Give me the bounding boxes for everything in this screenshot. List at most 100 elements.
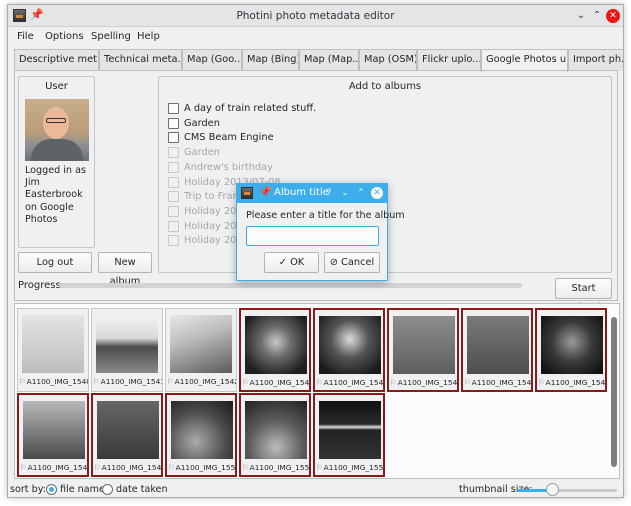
- thumbnail[interactable]: ⚐A1100_IMG_1541: [91, 308, 163, 392]
- thumbnail[interactable]: ⚐A1100_IMG_1551: [239, 393, 311, 477]
- sort-by-label: sort by:: [10, 484, 46, 495]
- thumbnail-filename: A1100_IMG_1543: [249, 378, 309, 387]
- album-label: Andrew's birthday: [184, 161, 273, 173]
- ok-button[interactable]: ✓ OK: [264, 252, 319, 273]
- thumbnail[interactable]: ⚐A1100_IMG_1544: [313, 308, 385, 392]
- thumbnail-filename: A1100_IMG_1548: [27, 463, 87, 472]
- thumbnail-image: [170, 315, 232, 373]
- flag-icon: ⚐: [390, 378, 397, 387]
- status-bar: sort by: file name date taken thumbnail …: [8, 481, 623, 497]
- album-title-input[interactable]: [246, 226, 379, 246]
- tab-google-photos-upload[interactable]: Google Photos u...: [481, 49, 568, 72]
- tab-map-mapbox[interactable]: Map (Map...: [299, 49, 359, 71]
- thumbnail-image: [22, 315, 84, 373]
- thumbnail[interactable]: ⚐A1100_IMG_1550: [165, 393, 237, 477]
- menu-spelling[interactable]: Spelling: [91, 31, 131, 42]
- pin-icon[interactable]: 📌: [259, 187, 271, 198]
- menu-file[interactable]: File: [17, 31, 34, 42]
- avatar: [25, 99, 89, 161]
- thumbnail-image: [467, 316, 529, 374]
- tab-descriptive-metadata[interactable]: Descriptive met...: [14, 49, 99, 71]
- sort-file-name-radio[interactable]: [46, 484, 57, 495]
- album-checkbox[interactable]: [168, 103, 179, 114]
- thumbnail[interactable]: ⚐A1100_IMG_1547: [535, 308, 607, 392]
- thumbnail-filename: A1100_IMG_1549: [101, 463, 161, 472]
- sort-file-name-label[interactable]: file name: [60, 484, 105, 495]
- start-upload-button[interactable]: Start upload: [555, 278, 612, 313]
- thumbnail[interactable]: ⚐A1100_IMG_1552: [313, 393, 385, 477]
- login-line: Jim: [25, 177, 40, 189]
- thumbnail-caption: ⚐A1100_IMG_1547: [538, 378, 605, 387]
- thumbnail-caption: ⚐A1100_IMG_1540: [19, 377, 88, 386]
- logout-button[interactable]: Log out: [18, 252, 92, 273]
- sort-date-taken-radio[interactable]: [102, 484, 113, 495]
- thumbnail-filename: A1100_IMG_1546: [471, 378, 531, 387]
- dialog-app-icon: [241, 187, 253, 199]
- tab-map-bing[interactable]: Map (Bing): [242, 49, 299, 71]
- thumbnail[interactable]: ⚐A1100_IMG_1540: [17, 308, 89, 392]
- album-label: CMS Beam Engine: [184, 132, 274, 144]
- thumbnail-image: [541, 316, 603, 374]
- maximize-icon[interactable]: ⌃: [590, 9, 604, 23]
- window-title: Photini photo metadata editor: [236, 10, 395, 22]
- thumbnail-scrollbar[interactable]: [611, 305, 617, 477]
- flag-icon: ⚐: [316, 378, 323, 387]
- album-checkbox: [168, 176, 179, 188]
- minimize-icon[interactable]: ⌄: [574, 9, 588, 23]
- dialog-title-bar[interactable]: 📌 Album title ? ⌄ ⌃ ✕: [237, 184, 387, 203]
- thumbnail[interactable]: ⚐A1100_IMG_1546: [461, 308, 533, 392]
- thumbnail-image: [245, 316, 307, 374]
- thumbnail-image: [96, 315, 158, 373]
- thumbnail-filename: A1100_IMG_1542: [174, 377, 236, 386]
- tab-technical-metadata[interactable]: Technical meta...: [99, 49, 182, 71]
- thumbnail-filename: A1100_IMG_1545: [397, 378, 457, 387]
- thumbnail[interactable]: ⚐A1100_IMG_1545: [387, 308, 459, 392]
- close-icon[interactable]: ✕: [606, 9, 620, 23]
- menu-help[interactable]: Help: [137, 31, 160, 42]
- close-icon[interactable]: ✕: [371, 187, 383, 199]
- thumbnail-image: [393, 316, 455, 374]
- thumbnail-caption: ⚐A1100_IMG_1548: [20, 463, 87, 472]
- minimize-icon[interactable]: ⌄: [339, 187, 351, 199]
- thumbnail[interactable]: ⚐A1100_IMG_1542: [165, 308, 237, 392]
- flag-icon: ⚐: [538, 378, 545, 387]
- albums-group-title: Add to albums: [348, 81, 422, 92]
- tab-map-google[interactable]: Map (Goo...: [182, 49, 242, 71]
- thumbnail-filename: A1100_IMG_1550: [175, 463, 235, 472]
- thumbnail-caption: ⚐A1100_IMG_1545: [390, 378, 457, 387]
- flag-icon: ⚐: [316, 463, 323, 472]
- title-bar[interactable]: 📌 Photini photo metadata editor ⌄ ⌃ ✕: [8, 5, 623, 27]
- thumbnail-image: [319, 316, 381, 374]
- tab-map-osm[interactable]: Map (OSM): [359, 49, 417, 71]
- thumbnail-image: [97, 401, 159, 459]
- thumbnail-size-slider[interactable]: [517, 489, 617, 492]
- user-group-title: User: [45, 81, 68, 92]
- new-album-button[interactable]: New album: [98, 252, 152, 287]
- thumbnail-filename: A1100_IMG_1547: [545, 378, 605, 387]
- flag-icon: ⚐: [20, 463, 27, 472]
- thumbnail[interactable]: ⚐A1100_IMG_1548: [17, 393, 89, 477]
- thumbnail-size-slider-handle[interactable]: [546, 483, 559, 496]
- thumbnail[interactable]: ⚐A1100_IMG_1549: [91, 393, 163, 477]
- thumbnail-grid[interactable]: ⚐A1100_IMG_1540 ⚐A1100_IMG_1541 ⚐A1100_IMG…: [14, 303, 620, 479]
- scrollbar-handle[interactable]: [611, 317, 617, 467]
- flag-icon: ⚐: [242, 378, 249, 387]
- thumbnail-caption: ⚐A1100_IMG_1552: [316, 463, 383, 472]
- menu-options[interactable]: Options: [45, 31, 84, 42]
- tab-flickr-upload[interactable]: Flickr uplo...: [417, 49, 481, 71]
- help-icon[interactable]: ?: [323, 187, 335, 199]
- dialog-prompt: Please enter a title for the album: [246, 210, 405, 221]
- thumbnail[interactable]: ⚐A1100_IMG_1543: [239, 308, 311, 392]
- progress-bar: [59, 283, 522, 288]
- flag-icon: ⚐: [242, 463, 249, 472]
- cancel-button[interactable]: ⊘ Cancel: [324, 252, 380, 273]
- album-checkbox[interactable]: [168, 132, 179, 144]
- maximize-icon[interactable]: ⌃: [355, 187, 367, 199]
- thumbnail-caption: ⚐A1100_IMG_1551: [242, 463, 309, 472]
- thumbnail-caption: ⚐A1100_IMG_1544: [316, 378, 383, 387]
- sort-date-taken-label[interactable]: date taken: [116, 484, 168, 495]
- tab-import-photos[interactable]: Import ph...: [568, 49, 623, 71]
- album-checkbox: [168, 191, 179, 203]
- thumbnail-filename: A1100_IMG_1541: [100, 377, 162, 386]
- album-checkbox[interactable]: [168, 117, 179, 129]
